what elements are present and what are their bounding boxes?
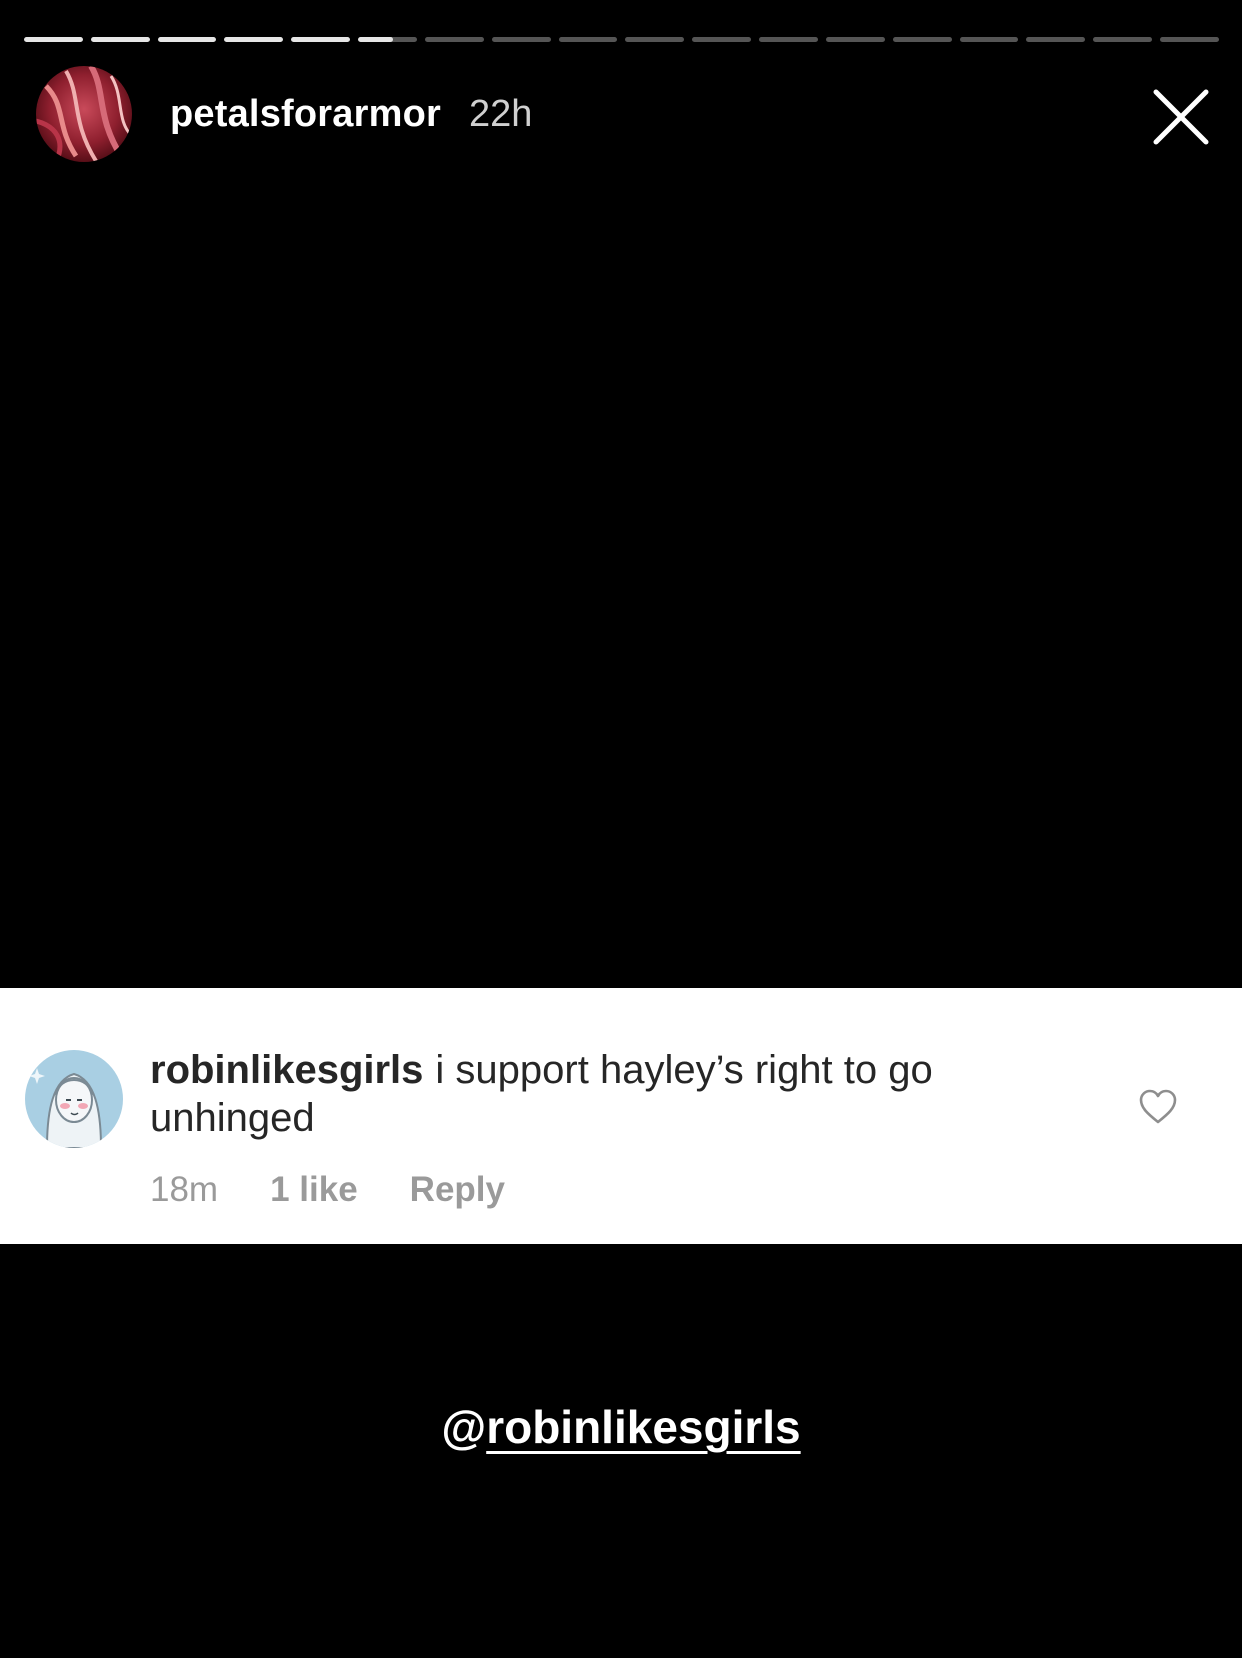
reply-button[interactable]: Reply: [410, 1170, 505, 1210]
progress-segment-fill: [224, 37, 284, 42]
mention-at-sign: @: [441, 1401, 487, 1453]
mention-handle: robinlikesgirls: [486, 1401, 801, 1453]
progress-segment-fill: [24, 37, 83, 42]
progress-segment: [625, 37, 685, 42]
like-comment-button[interactable]: [1138, 1088, 1178, 1126]
profile-avatar[interactable]: [36, 66, 132, 162]
mention-sticker[interactable]: @robinlikesgirls: [0, 1400, 1242, 1454]
comment-text: robinlikesgirls i support hayley’s right …: [150, 1046, 1030, 1142]
close-icon: [1153, 89, 1209, 145]
progress-segment-fill: [90, 37, 150, 42]
progress-segment: [825, 37, 885, 42]
progress-segment: [1160, 37, 1219, 42]
progress-segment-fill: [157, 37, 217, 42]
progress-segment: [491, 37, 551, 42]
comment-meta: 18m 1 like Reply: [150, 1170, 505, 1210]
progress-segment: [1093, 37, 1153, 42]
close-button[interactable]: [1150, 86, 1212, 148]
avatar-image: [36, 66, 132, 162]
progress-segment: [157, 37, 217, 42]
story-header: petalsforarmor 22h: [36, 66, 532, 162]
progress-segment: [224, 37, 284, 42]
progress-segment: [892, 37, 952, 42]
story-timestamp: 22h: [469, 92, 533, 135]
progress-segment: [692, 37, 752, 42]
progress-segment: [759, 37, 818, 42]
progress-segment-fill: [291, 37, 351, 42]
heart-icon: [1139, 1089, 1177, 1124]
progress-segment: [358, 37, 417, 42]
story-username[interactable]: petalsforarmor: [170, 93, 441, 136]
comment-card: robinlikesgirls i support hayley’s right …: [0, 988, 1242, 1244]
comment-likes[interactable]: 1 like: [270, 1170, 358, 1210]
progress-segment: [1026, 37, 1086, 42]
comment-username[interactable]: robinlikesgirls: [150, 1048, 423, 1092]
progress-segment: [291, 37, 351, 42]
progress-segment: [24, 37, 83, 42]
commenter-avatar: [25, 1050, 123, 1148]
comment-age: 18m: [150, 1170, 219, 1209]
progress-segment: [959, 37, 1019, 42]
story-progress-bar: [24, 37, 1219, 42]
progress-segment: [424, 37, 484, 42]
progress-segment-fill: [358, 37, 394, 42]
commenter-avatar-image: [25, 1050, 123, 1148]
progress-segment: [90, 37, 150, 42]
progress-segment: [558, 37, 618, 42]
